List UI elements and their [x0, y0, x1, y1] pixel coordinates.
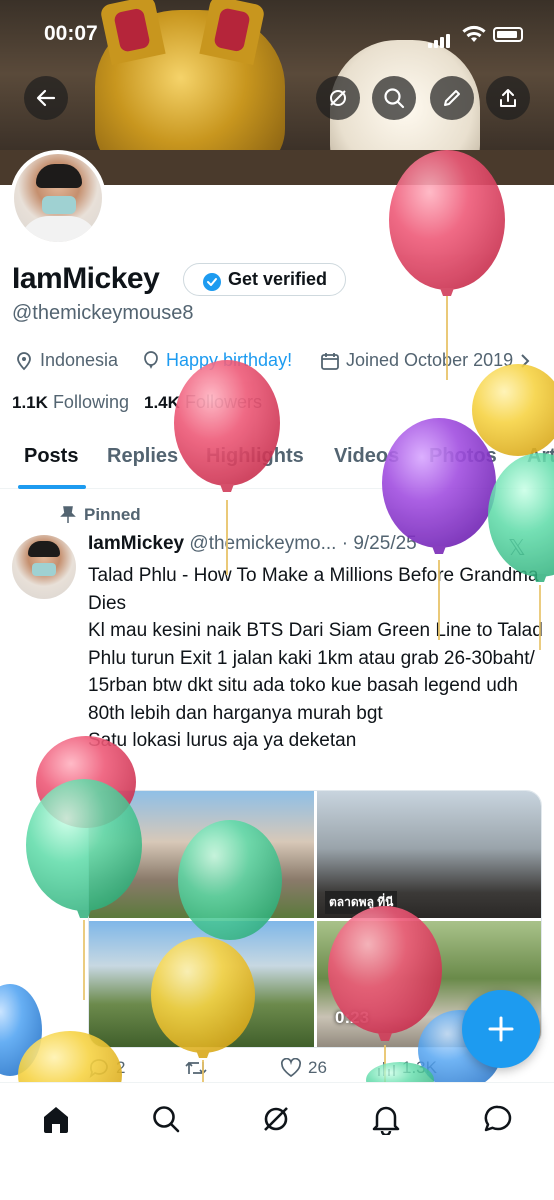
- nav-notifications[interactable]: [370, 1103, 402, 1135]
- views-icon: [378, 1062, 395, 1076]
- calendar-icon: [321, 352, 339, 370]
- media-photo[interactable]: [89, 791, 314, 918]
- location-text: Indonesia: [40, 350, 119, 370]
- profile-handle: @themickeymouse8: [12, 302, 194, 324]
- pinned-indicator: Pinned: [60, 505, 141, 525]
- reply-count: 2: [116, 1058, 126, 1077]
- tweet-text-line: Kl mau kesini naik BTS Dari Siam Green L…: [88, 620, 543, 724]
- message-icon: [484, 1105, 512, 1132]
- wifi-icon: [462, 25, 486, 48]
- tab-videos[interactable]: Videos: [334, 445, 399, 468]
- plus-icon: [488, 1016, 514, 1042]
- active-tab-indicator: [18, 485, 86, 489]
- edit-button[interactable]: [430, 76, 474, 120]
- retweet-icon: [185, 1061, 207, 1075]
- profile-avatar[interactable]: [10, 150, 106, 246]
- home-icon: [44, 1107, 68, 1133]
- bottom-nav: [0, 1082, 554, 1200]
- heart-icon: [280, 1058, 302, 1078]
- nav-grok[interactable]: [260, 1103, 292, 1135]
- signal-icon: [428, 30, 452, 48]
- tweet-handle-date: @themickeymo... · 9/25/25: [189, 533, 417, 554]
- grok-button[interactable]: [316, 76, 360, 120]
- nav-explore[interactable]: [150, 1103, 182, 1135]
- follow-stats: 1.1K Following 1.4K Followers: [12, 392, 262, 413]
- media-photo[interactable]: ตลาดพลู ที่นี: [317, 791, 541, 918]
- get-verified-button[interactable]: Get verified: [183, 263, 347, 296]
- status-time: 00:07: [44, 22, 98, 45]
- pinned-label: Pinned: [84, 505, 141, 524]
- search-icon: [384, 88, 405, 109]
- tab-art[interactable]: Art: [527, 445, 554, 468]
- verified-badge-icon: [202, 271, 222, 302]
- reply-icon: [89, 1059, 108, 1078]
- compose-button[interactable]: [462, 990, 540, 1068]
- reply-button[interactable]: 2: [88, 1058, 125, 1078]
- profile-tabs: Posts Replies Highlights Videos Photos A…: [0, 437, 554, 489]
- tweet-text-line: Talad Phlu - How To Make a Millions Befo…: [88, 565, 539, 614]
- grok-icon: [330, 90, 346, 106]
- bell-icon: [372, 1106, 400, 1135]
- tab-photos[interactable]: Photos: [429, 445, 497, 468]
- x-logo-icon: 𝕏: [508, 535, 526, 560]
- back-button[interactable]: [24, 76, 68, 120]
- pin-icon: [60, 506, 76, 523]
- view-count: 1.3K: [402, 1058, 437, 1077]
- media-photo[interactable]: [89, 921, 314, 1047]
- joined-text: Joined October 2019: [346, 350, 514, 370]
- birthday-link[interactable]: Happy birthday!: [166, 350, 292, 371]
- share-icon: [500, 89, 516, 107]
- tweet-text: Talad Phlu - How To Make a Millions Befo…: [88, 562, 543, 755]
- search-button[interactable]: [372, 76, 416, 120]
- tweet-header: IamMickey @themickeymo... · 9/25/25: [88, 533, 417, 555]
- birthday[interactable]: Happy birthday!: [142, 350, 292, 371]
- tweet-text-line: Satu lokasi lurus aja ya deketan: [88, 730, 357, 751]
- status-bar: 00:07: [0, 20, 554, 50]
- nav-messages[interactable]: [482, 1103, 514, 1135]
- nav-home[interactable]: [40, 1103, 72, 1135]
- tweet-avatar[interactable]: [12, 535, 76, 599]
- get-verified-label: Get verified: [228, 269, 328, 289]
- views-button[interactable]: 1.3K: [376, 1058, 437, 1078]
- balloon-icon: [144, 350, 158, 369]
- tab-replies[interactable]: Replies: [107, 445, 178, 468]
- grok-icon: [264, 1107, 288, 1131]
- tab-highlights[interactable]: Highlights: [206, 445, 304, 468]
- tweet-actions: 2 26 1.3K: [88, 1058, 542, 1084]
- arrow-left-icon: [36, 89, 56, 107]
- like-count: 26: [308, 1058, 327, 1077]
- location: Indonesia: [14, 350, 118, 371]
- joined-date: Joined October 2019: [320, 350, 531, 371]
- balloon-blue: [0, 984, 42, 1076]
- followers-stat[interactable]: 1.4K Followers: [144, 392, 262, 412]
- location-pin-icon: [17, 351, 31, 370]
- tab-posts[interactable]: Posts: [24, 445, 78, 468]
- following-stat[interactable]: 1.1K Following: [12, 392, 129, 412]
- tweet-author[interactable]: IamMickey: [88, 533, 184, 554]
- search-icon: [153, 1106, 180, 1133]
- pencil-icon: [444, 90, 460, 106]
- video-duration: 0:23: [335, 1008, 370, 1027]
- shop-sign-text: ตลาดพลู ที่นี: [325, 891, 398, 914]
- retweet-button[interactable]: [184, 1058, 208, 1078]
- like-button[interactable]: 26: [280, 1058, 327, 1078]
- battery-icon: [493, 27, 523, 42]
- share-button[interactable]: [486, 76, 530, 120]
- profile-name: IamMickey: [12, 262, 160, 295]
- chevron-right-icon[interactable]: [519, 353, 531, 369]
